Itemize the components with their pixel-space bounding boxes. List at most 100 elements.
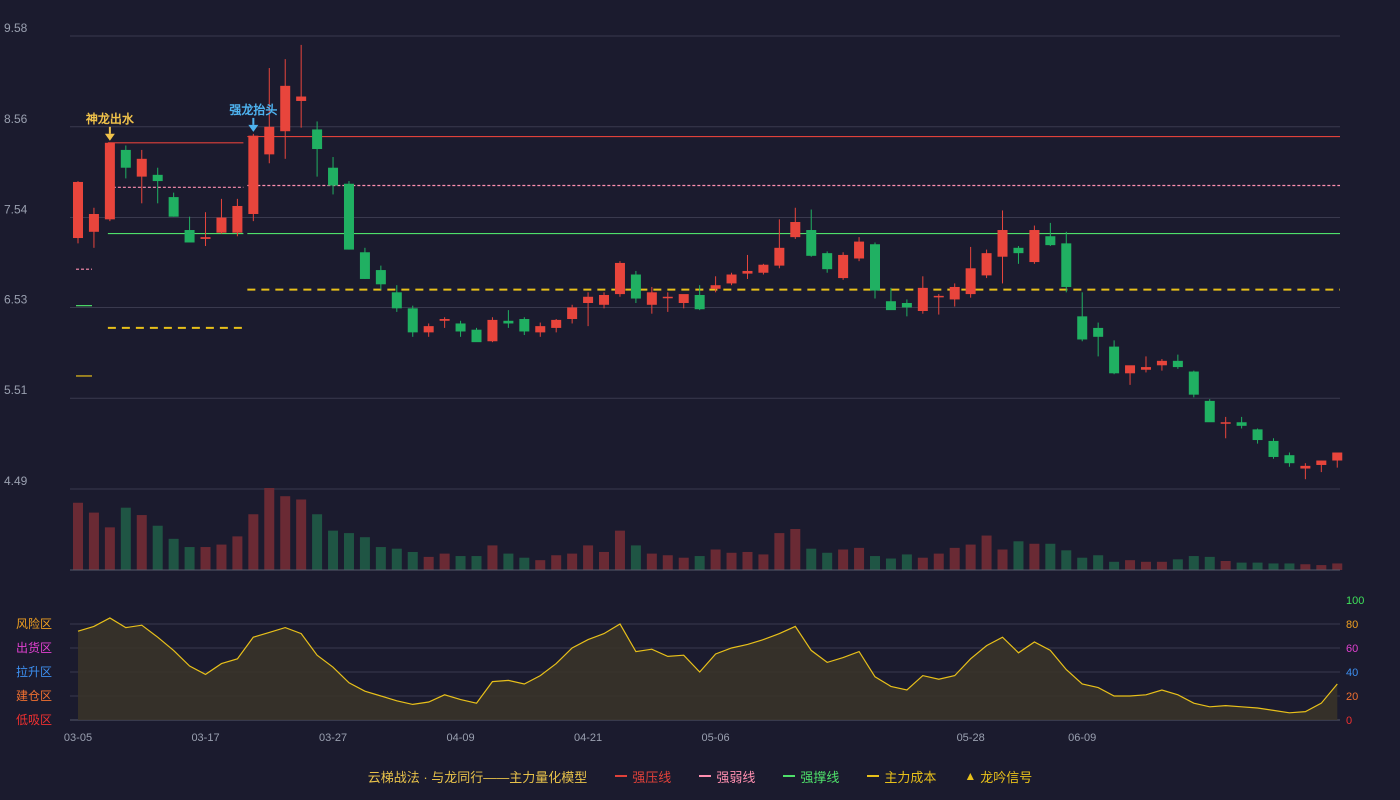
candle-body <box>854 241 865 259</box>
x-tick-label: 06-09 <box>1068 732 1096 744</box>
x-tick-label: 03-05 <box>64 732 92 744</box>
volume-bar <box>854 547 865 570</box>
candle-body <box>599 294 610 305</box>
volume-bar <box>503 553 514 570</box>
zone-label: 低吸区 <box>16 713 52 727</box>
y-tick-label: 7.54 <box>4 203 28 217</box>
candle-body <box>487 319 498 342</box>
legend-label: 强撑线 <box>800 769 840 785</box>
volume-bar <box>1236 562 1247 570</box>
volume-bar <box>694 556 705 570</box>
volume-bar <box>471 556 482 570</box>
volume-bar <box>519 557 530 570</box>
volume-bar <box>885 558 896 570</box>
candle-body <box>726 274 737 284</box>
candle-body <box>630 274 641 299</box>
candle-body <box>136 158 147 177</box>
candle-body <box>965 268 976 295</box>
volume-bar <box>232 536 243 570</box>
signal-label: 强龙抬头 <box>229 102 277 117</box>
volume-bar <box>1140 561 1151 570</box>
volume-bar <box>184 547 195 570</box>
candle-body <box>822 253 833 270</box>
volume-bar <box>104 527 115 570</box>
candle-body <box>503 320 514 324</box>
candle-body <box>535 326 546 333</box>
volume-bar <box>200 547 211 570</box>
candle-body <box>758 264 769 273</box>
volume-bar <box>583 545 594 570</box>
candle-body <box>567 307 578 320</box>
volume-bar <box>981 535 992 570</box>
x-tick-label: 03-17 <box>191 732 219 744</box>
candle-body <box>1013 247 1024 254</box>
volume-bar <box>710 549 721 570</box>
volume-bar <box>774 533 785 570</box>
dashed-line-icon <box>699 775 712 777</box>
kline-chart: 4.49 5.51 6.53 7.54 8.56 9.58 100 80 60 40 20 0 风险区出… <box>4 21 1364 744</box>
volume-bar <box>328 530 339 570</box>
volume-bar <box>439 553 450 570</box>
volume-bar <box>1204 556 1215 570</box>
candle-body <box>1077 316 1088 340</box>
candle-body <box>646 292 657 305</box>
volume-bar <box>120 507 131 570</box>
signal-arrow-icon <box>104 133 115 141</box>
candle-body <box>184 230 195 243</box>
candle-body <box>391 292 402 309</box>
indicator-tick-label: 20 <box>1346 691 1358 703</box>
candle-body <box>359 252 370 279</box>
legend-title: 云梯战法 · 与龙同行——主力量化模型 <box>367 769 588 785</box>
triangle-icon: ▲ <box>964 769 977 783</box>
candle-body <box>152 174 163 182</box>
legend-item-dragon-signal[interactable]: ▲ 龙吟信号 <box>964 767 1032 786</box>
legend-item-main-cost[interactable]: 主力成本 <box>867 767 936 786</box>
volume-bar <box>1300 564 1311 570</box>
volume-bar <box>965 544 976 570</box>
volume-bar <box>678 557 689 570</box>
volume-bar <box>726 552 737 570</box>
candle-body <box>439 319 450 321</box>
candle-body <box>232 205 243 233</box>
volume-bar <box>1188 556 1199 570</box>
legend-item-strong-pressure[interactable]: 强压线 <box>615 767 671 786</box>
candle-body <box>806 230 817 256</box>
legend-item-strength-line[interactable]: 强弱线 <box>699 767 755 786</box>
legend-label: 主力成本 <box>884 769 937 785</box>
y-tick-label: 6.53 <box>4 292 28 306</box>
candle-body <box>1284 455 1295 464</box>
volume-bar <box>487 545 498 570</box>
candle-body <box>694 294 705 310</box>
candle-body <box>519 319 530 332</box>
volume-bar <box>742 551 753 570</box>
candle-body <box>120 149 131 168</box>
volume-bar <box>1029 543 1040 570</box>
volume-bar <box>1332 563 1343 570</box>
candle-body <box>901 302 912 308</box>
volume-bar <box>312 514 323 570</box>
legend-item-strong-support[interactable]: 强撑线 <box>783 767 839 786</box>
volume-bar <box>535 560 546 570</box>
volume-bar <box>1045 543 1056 570</box>
candle-body <box>551 319 562 328</box>
candle-body <box>423 326 434 333</box>
zone-label: 出货区 <box>16 640 52 655</box>
candle-body <box>678 294 689 303</box>
volume-bar <box>1172 559 1183 570</box>
volume-bar <box>949 547 960 570</box>
volume-bar <box>901 554 912 570</box>
indicator-tick-label: 60 <box>1346 643 1358 655</box>
legend-label: 强压线 <box>632 769 672 785</box>
candle-body <box>455 323 466 332</box>
volume-bar <box>423 556 434 570</box>
candle-body <box>1252 429 1263 441</box>
volume-bar <box>152 525 163 570</box>
candle-body <box>917 287 928 312</box>
volume-bar <box>1077 557 1088 570</box>
volume-bar <box>822 552 833 570</box>
candle-body <box>1332 452 1343 461</box>
candle-body <box>742 270 753 274</box>
volume-bar <box>88 512 99 570</box>
volume-bar <box>73 502 83 570</box>
candle-body <box>614 262 625 295</box>
